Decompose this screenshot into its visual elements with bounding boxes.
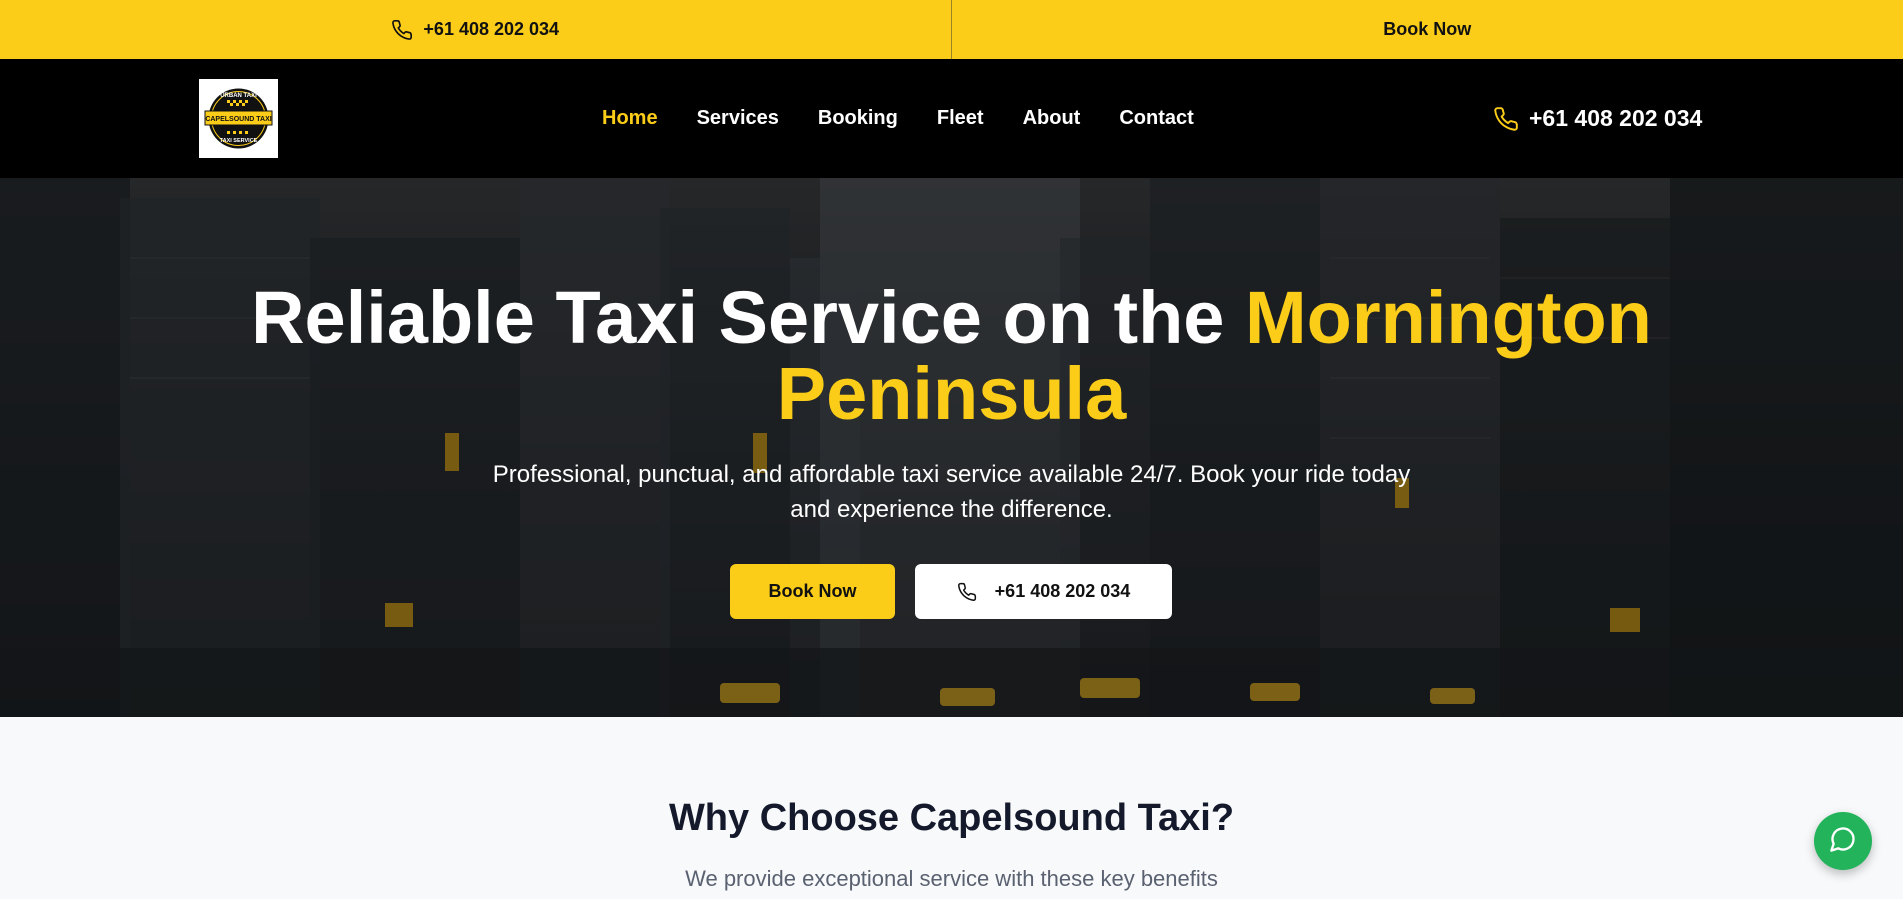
nav-phone-text: +61 408 202 034: [1529, 105, 1703, 131]
main-navbar: URBAN TAXI CAPELSOUND TAXI TAXI SERVICE …: [0, 59, 1903, 178]
logo-text-top: URBAN TAXI: [220, 93, 257, 99]
nav-menu: Home Services Booking Fleet About Contac…: [602, 59, 1233, 178]
nav-item-services[interactable]: Services: [697, 107, 779, 130]
hero-title-highlight-2: Peninsula: [776, 352, 1127, 435]
top-bar: +61 408 202 034 Book Now: [0, 0, 1903, 59]
chat-bubble-icon: [1829, 825, 1857, 858]
phone-icon: [957, 582, 977, 602]
phone-icon: [1493, 106, 1519, 132]
topbar-book-now-button[interactable]: Book Now: [952, 0, 1903, 59]
hero-book-now-label: Book Now: [768, 581, 857, 601]
hero-title: Reliable Taxi Service on the Mornington …: [0, 280, 1903, 432]
logo-text-bottom: TAXI SERVICE: [220, 138, 258, 144]
nav-item-home[interactable]: Home: [602, 107, 658, 130]
topbar-book-now-label: Book Now: [1383, 19, 1472, 39]
hero-section: Reliable Taxi Service on the Mornington …: [0, 178, 1903, 717]
topbar-phone-link[interactable]: +61 408 202 034: [0, 0, 952, 59]
hero-title-plain: Reliable Taxi Service on the: [251, 276, 1246, 359]
logo[interactable]: URBAN TAXI CAPELSOUND TAXI TAXI SERVICE: [199, 79, 278, 158]
logo-text-main: CAPELSOUND TAXI: [205, 116, 271, 123]
hero-call-label: +61 408 202 034: [994, 581, 1131, 601]
nav-item-booking[interactable]: Booking: [818, 107, 898, 130]
phone-icon: [391, 19, 413, 41]
nav-item-fleet[interactable]: Fleet: [937, 107, 984, 130]
hero-subtitle: Professional, punctual, and affordable t…: [492, 461, 1411, 523]
logo-badge: URBAN TAXI CAPELSOUND TAXI TAXI SERVICE: [204, 88, 273, 149]
hero-call-button[interactable]: +61 408 202 034: [915, 564, 1172, 619]
nav-item-about[interactable]: About: [1023, 107, 1081, 130]
why-section-subtitle: We provide exceptional service with thes…: [685, 866, 1218, 891]
chat-button[interactable]: [1814, 812, 1872, 870]
topbar-phone-text: +61 408 202 034: [423, 19, 560, 39]
hero-city-background: [0, 178, 1903, 717]
hero-title-highlight-1: Mornington: [1245, 276, 1652, 359]
why-section-title: Why Choose Capelsound Taxi?: [668, 797, 1235, 839]
hero-book-now-button[interactable]: Book Now: [730, 564, 895, 619]
nav-phone-link[interactable]: +61 408 202 034: [1493, 59, 1702, 178]
nav-item-contact[interactable]: Contact: [1119, 107, 1193, 130]
